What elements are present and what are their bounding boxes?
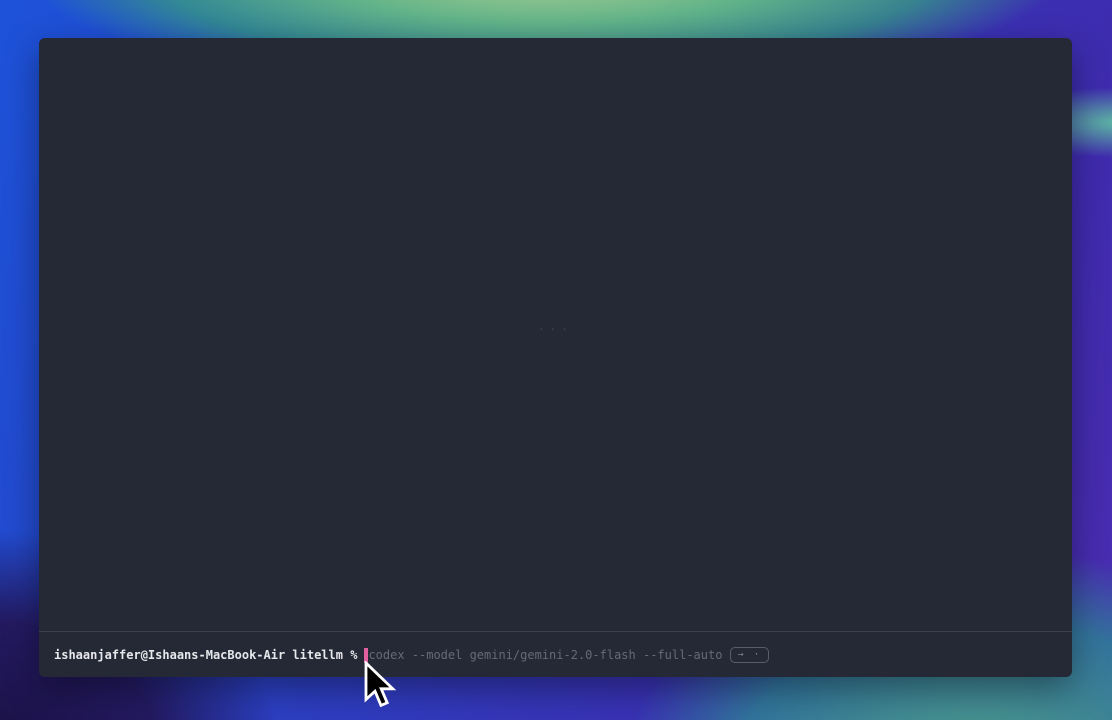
shell-prompt: ishaanjaffer@Ishaans-MacBook-Air litellm… — [54, 647, 357, 663]
terminal-window[interactable]: ··· ishaanjaffer@Ishaans-MacBook-Air lit… — [39, 38, 1072, 677]
autocomplete-hint-badge[interactable]: → · — [730, 647, 768, 663]
loading-indicator: ··· — [39, 323, 1072, 336]
autosuggestion-text: codex --model gemini/gemini-2.0-flash --… — [368, 647, 722, 663]
terminal-prompt-line[interactable]: ishaanjaffer@Ishaans-MacBook-Air litellm… — [39, 631, 1072, 677]
terminal-output-area: ··· — [39, 38, 1072, 631]
